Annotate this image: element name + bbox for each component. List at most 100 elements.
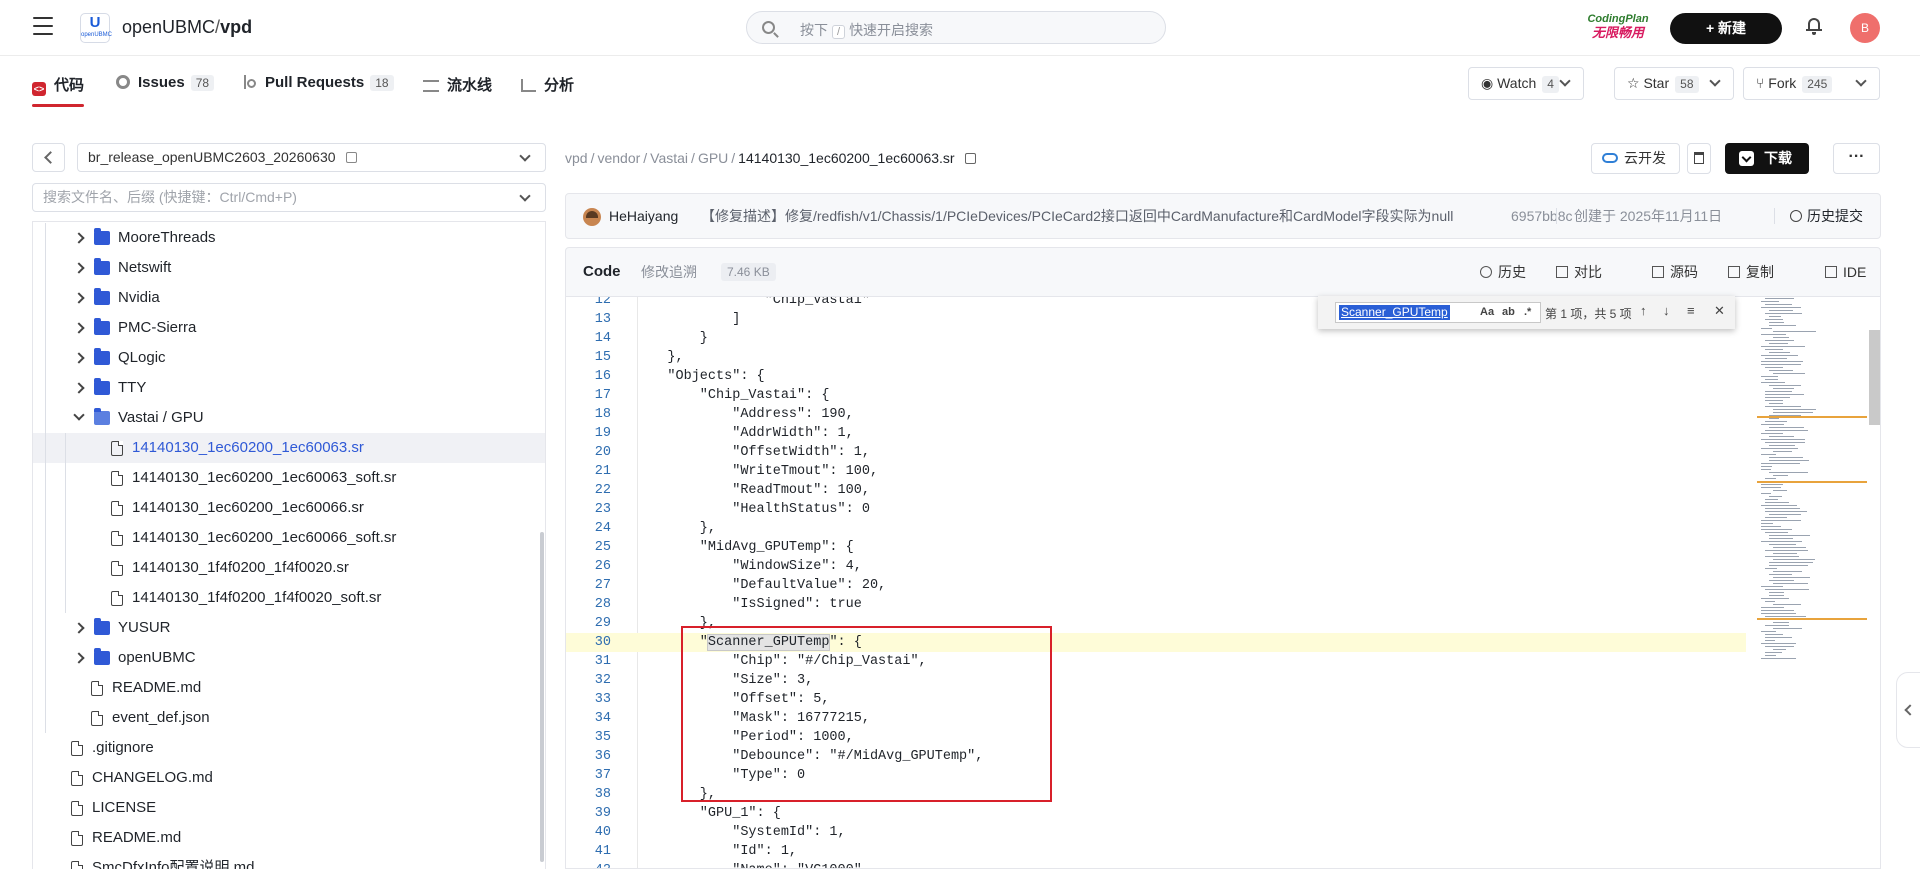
- line-number[interactable]: 36: [566, 747, 611, 766]
- repo-owner-link[interactable]: openUBMC: [122, 17, 215, 37]
- regex-toggle[interactable]: .*: [1524, 306, 1531, 318]
- tree-folder-item[interactable]: TTY: [33, 373, 545, 403]
- commit-message[interactable]: 【修复描述】修复/redfish/v1/Chassis/1/PCIeDevice…: [701, 194, 1453, 238]
- global-search[interactable]: 按下 / 快速开启搜索: [746, 11, 1166, 44]
- line-number[interactable]: 30: [566, 633, 611, 652]
- tree-file-item[interactable]: 14140130_1ec60200_1ec60063_soft.sr: [33, 463, 545, 493]
- chevron-right-icon[interactable]: [73, 622, 85, 634]
- line-number[interactable]: 31: [566, 652, 611, 671]
- tree-file-item[interactable]: LICENSE: [33, 793, 545, 823]
- line-number[interactable]: 37: [566, 766, 611, 785]
- line-number[interactable]: 32: [566, 671, 611, 690]
- history-commits-link[interactable]: 历史提交: [1790, 194, 1863, 238]
- tree-folder-item[interactable]: PMC-Sierra: [33, 313, 545, 343]
- tree-folder-item[interactable]: YUSUR: [33, 613, 545, 643]
- find-previous-button[interactable]: ↑: [1640, 303, 1647, 318]
- chevron-right-icon[interactable]: [73, 292, 85, 304]
- chevron-right-icon[interactable]: [73, 352, 85, 364]
- commit-sha[interactable]: 6957bb8c: [1511, 194, 1573, 238]
- download-button[interactable]: 下载: [1725, 143, 1809, 174]
- line-number[interactable]: 23: [566, 500, 611, 519]
- find-close-button[interactable]: ✕: [1714, 303, 1725, 319]
- line-number[interactable]: 13: [566, 310, 611, 329]
- match-case-toggle[interactable]: Aa: [1480, 306, 1494, 318]
- tree-file-item[interactable]: CHANGELOG.md: [33, 763, 545, 793]
- line-number[interactable]: 25: [566, 538, 611, 557]
- copy-button[interactable]: 复制: [1728, 248, 1774, 296]
- tree-folder-item[interactable]: openUBMC: [33, 643, 545, 673]
- tree-file-item[interactable]: 14140130_1ec60200_1ec60066.sr: [33, 493, 545, 523]
- line-number[interactable]: 41: [566, 842, 611, 861]
- line-number[interactable]: 28: [566, 595, 611, 614]
- find-next-button[interactable]: ↓: [1663, 303, 1670, 318]
- menu-icon[interactable]: [33, 17, 53, 35]
- source-button[interactable]: 源码: [1652, 248, 1698, 296]
- notification-bell-icon[interactable]: [1805, 16, 1823, 36]
- line-number[interactable]: 42: [566, 861, 611, 868]
- copy-icon[interactable]: [345, 152, 357, 163]
- breadcrumb-link[interactable]: Vastai: [650, 150, 688, 166]
- tree-file-item[interactable]: 14140130_1f4f0200_1f4f0020_soft.sr: [33, 583, 545, 613]
- line-number[interactable]: 15: [566, 348, 611, 367]
- breadcrumb-link[interactable]: GPU: [698, 150, 728, 166]
- line-number[interactable]: 27: [566, 576, 611, 595]
- tab-pull-requests[interactable]: Pull Requests 18: [243, 74, 394, 91]
- compare-button[interactable]: 对比: [1556, 248, 1602, 296]
- chevron-right-icon[interactable]: [73, 262, 85, 274]
- tree-file-item[interactable]: .gitignore: [33, 733, 545, 763]
- tree-file-item[interactable]: 14140130_1f4f0200_1f4f0020.sr: [33, 553, 545, 583]
- watch-button[interactable]: ◉ Watch 4: [1468, 67, 1584, 100]
- branch-selector[interactable]: br_release_openUBMC2603_20260630: [77, 143, 546, 172]
- tree-file-item[interactable]: 14140130_1ec60200_1ec60063.sr: [33, 433, 545, 463]
- line-number[interactable]: 33: [566, 690, 611, 709]
- chevron-right-icon[interactable]: [73, 322, 85, 334]
- user-avatar[interactable]: B: [1850, 13, 1880, 43]
- tab-analysis[interactable]: 分析: [521, 74, 574, 95]
- line-number[interactable]: 26: [566, 557, 611, 576]
- history-button[interactable]: 历史: [1480, 248, 1526, 296]
- line-number[interactable]: 24: [566, 519, 611, 538]
- line-number[interactable]: 18: [566, 405, 611, 424]
- line-number[interactable]: 39: [566, 804, 611, 823]
- chevron-right-icon[interactable]: [73, 382, 85, 394]
- line-number[interactable]: 21: [566, 462, 611, 481]
- line-number[interactable]: 40: [566, 823, 611, 842]
- fork-button[interactable]: ⑂ Fork 245: [1743, 67, 1880, 100]
- tree-folder-item[interactable]: Vastai / GPU: [33, 403, 545, 433]
- tree-file-item[interactable]: README.md: [33, 823, 545, 853]
- tab-blame[interactable]: 修改追溯: [641, 248, 697, 296]
- match-word-toggle[interactable]: ab: [1502, 306, 1515, 318]
- file-search-input[interactable]: 搜索文件名、后缀 (快捷键：Ctrl/Cmd+P): [32, 183, 546, 212]
- copy-path-icon[interactable]: [964, 153, 976, 164]
- repo-name-link[interactable]: vpd: [220, 17, 252, 37]
- breadcrumb-link[interactable]: vendor: [597, 150, 640, 166]
- side-panel-toggle[interactable]: [1896, 672, 1920, 748]
- author-avatar[interactable]: [583, 208, 601, 226]
- tree-folder-item[interactable]: MooreThreads: [33, 223, 545, 253]
- commit-author[interactable]: HeHaiyang: [609, 194, 678, 238]
- code-minimap[interactable]: [1757, 296, 1867, 869]
- tree-file-item[interactable]: SmcDfxInfo配置说明.md: [33, 853, 545, 869]
- promo-badge[interactable]: CodingPlan 无限畅用: [1583, 13, 1653, 43]
- find-in-selection-button[interactable]: ≡: [1687, 303, 1695, 318]
- line-number[interactable]: 16: [566, 367, 611, 386]
- tab-code[interactable]: <> 代码: [32, 74, 84, 96]
- tree-folder-item[interactable]: QLogic: [33, 343, 545, 373]
- line-number[interactable]: 19: [566, 424, 611, 443]
- tree-folder-item[interactable]: Netswift: [33, 253, 545, 283]
- breadcrumb-link[interactable]: vpd: [565, 150, 588, 166]
- line-number[interactable]: 35: [566, 728, 611, 747]
- line-number[interactable]: 20: [566, 443, 611, 462]
- tab-pipeline[interactable]: 流水线: [423, 74, 492, 95]
- chevron-right-icon[interactable]: [73, 652, 85, 664]
- editor-scrollbar[interactable]: [1869, 330, 1880, 425]
- tree-file-item[interactable]: 14140130_1ec60200_1ec60066_soft.sr: [33, 523, 545, 553]
- line-number[interactable]: 29: [566, 614, 611, 633]
- cloud-dev-button[interactable]: 云开发: [1591, 143, 1680, 174]
- ide-button[interactable]: IDE: [1825, 248, 1866, 296]
- star-button[interactable]: ☆ Star 58: [1614, 67, 1734, 100]
- line-number[interactable]: 17: [566, 386, 611, 405]
- tab-code-view[interactable]: Code: [583, 248, 621, 296]
- line-number[interactable]: 22: [566, 481, 611, 500]
- tab-issues[interactable]: Issues 78: [116, 74, 215, 91]
